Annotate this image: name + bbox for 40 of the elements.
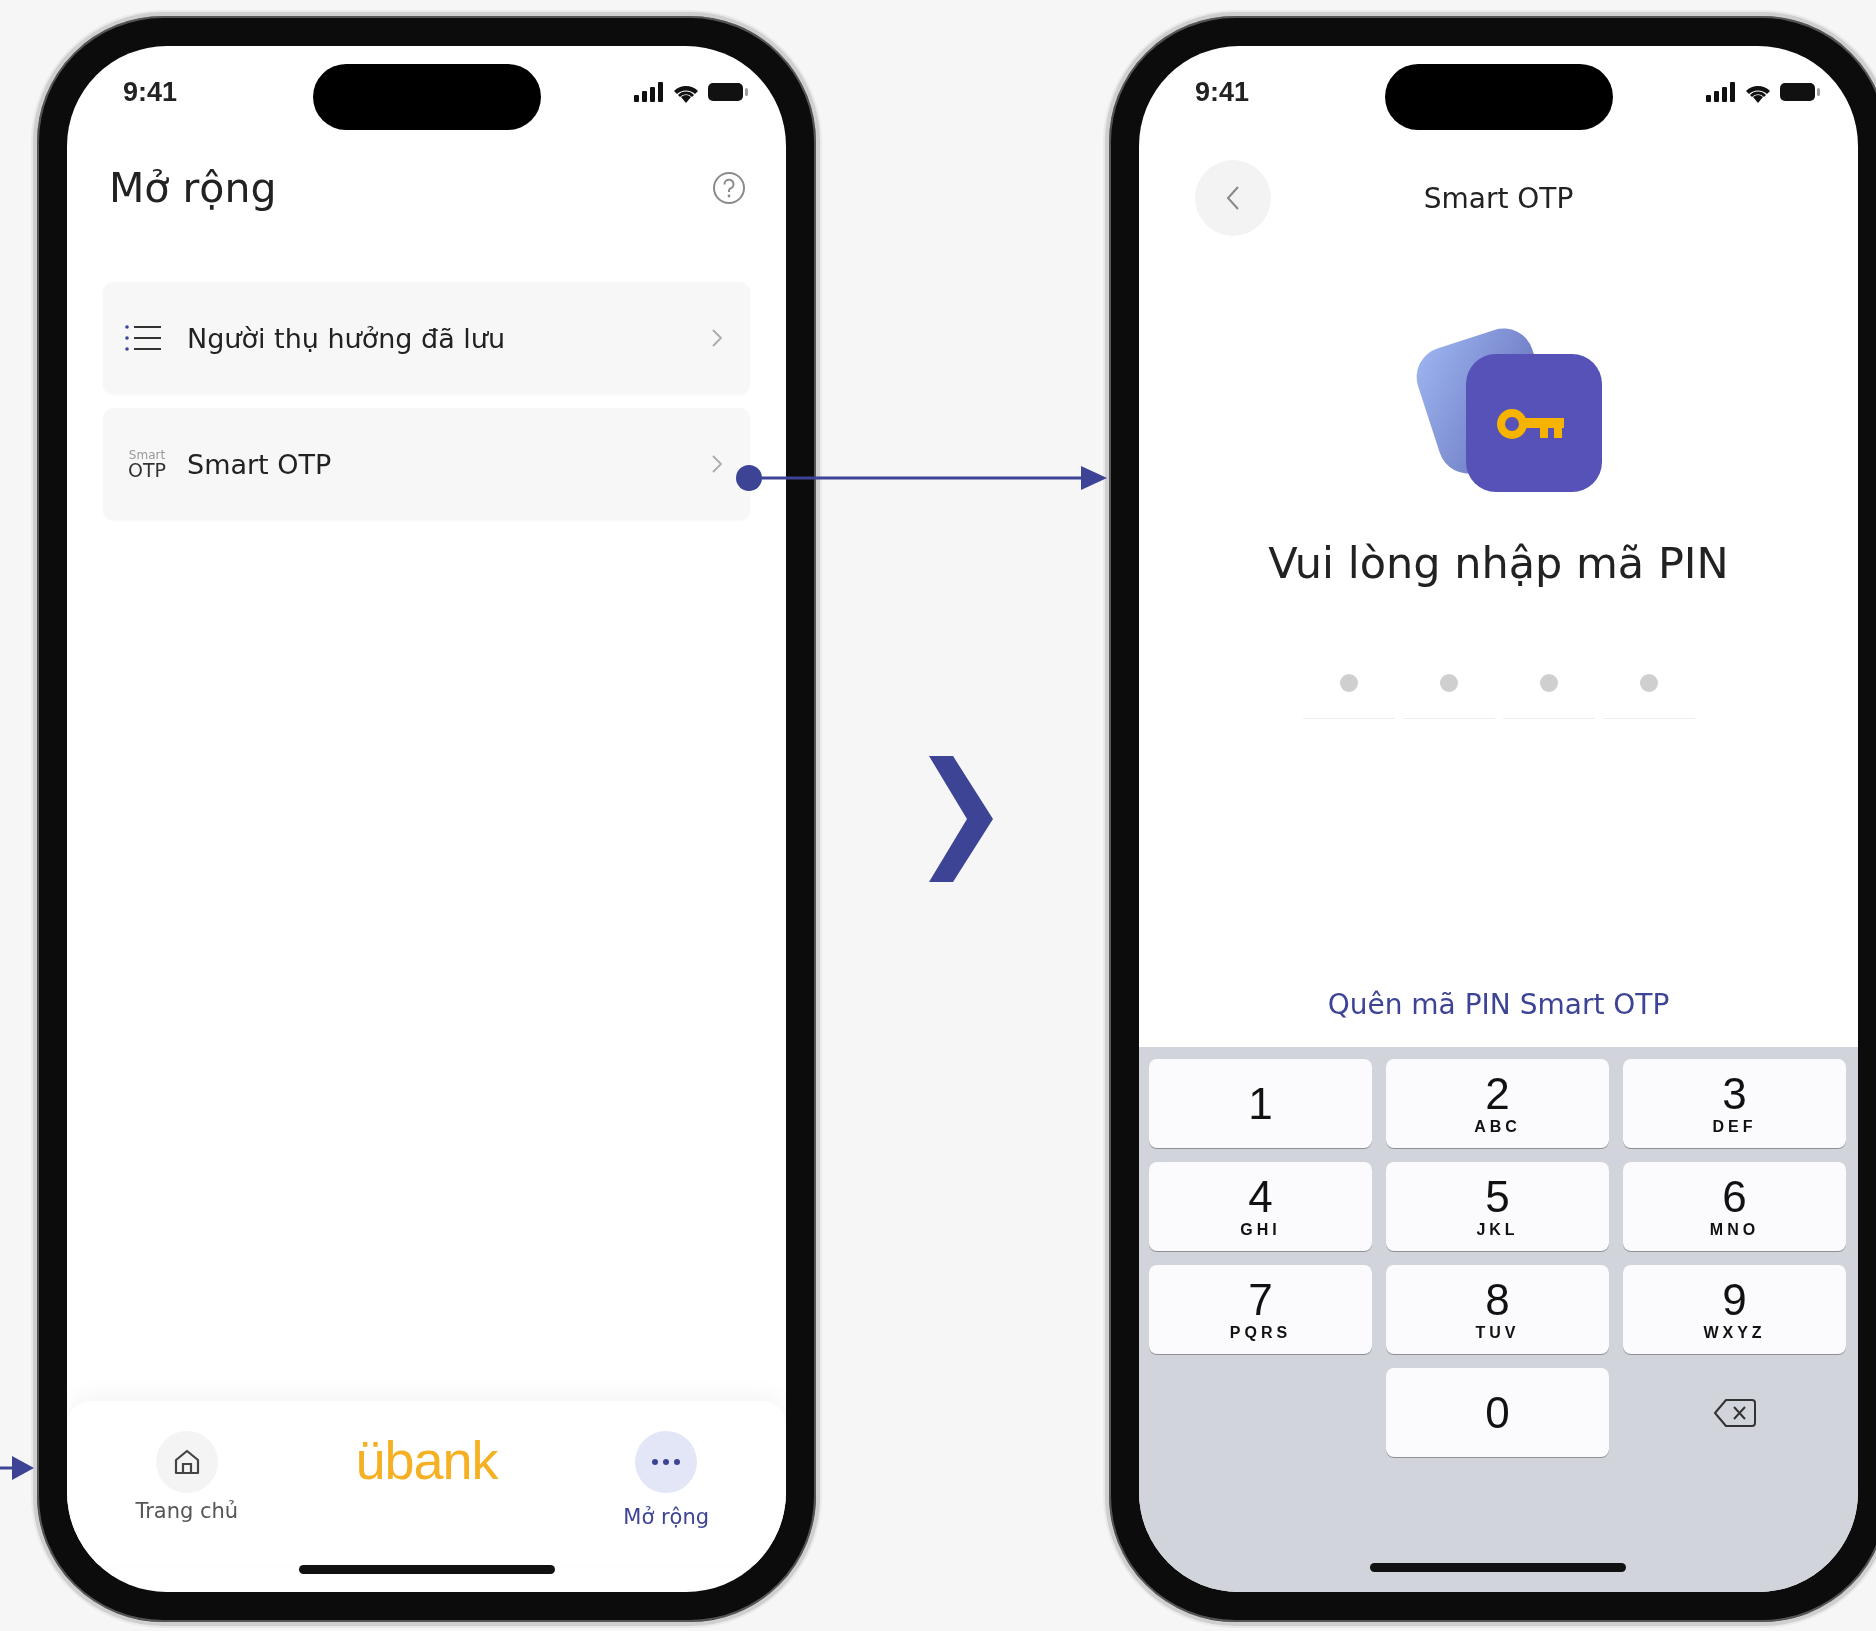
- brand-logo: übank: [355, 1429, 498, 1491]
- status-time: 9:41: [123, 76, 178, 108]
- back-icon: [1226, 185, 1240, 211]
- key[interactable]: 8 TUV: [1386, 1265, 1609, 1354]
- delete-button[interactable]: [1713, 1397, 1756, 1428]
- connector-arrow: [0, 1455, 34, 1481]
- icon-label: Smart: [128, 448, 166, 461]
- battery-icon: [1780, 82, 1820, 102]
- tab[interactable]: Mở rộng: [546, 1425, 786, 1529]
- battery-icon: [708, 82, 748, 102]
- key[interactable]: 9 WXYZ: [1623, 1265, 1846, 1354]
- menu-item[interactable]: Smart OTP Smart OTP: [103, 408, 750, 520]
- forgot-pin-link[interactable]: Quên mã PIN Smart OTP: [1327, 988, 1670, 1021]
- key[interactable]: 3 DEF: [1623, 1059, 1846, 1148]
- key[interactable]: 7 PQRS: [1149, 1265, 1372, 1354]
- signal-icon: [1706, 82, 1736, 102]
- key[interactable]: 6 MNO: [1623, 1162, 1846, 1251]
- key[interactable]: 0: [1386, 1368, 1609, 1457]
- tab[interactable]: Trang chủ: [67, 1425, 307, 1523]
- signal-icon: [634, 82, 664, 102]
- menu-label: Người thụ hưởng đã lưu: [187, 322, 506, 354]
- screen-title: Smart OTP: [1422, 181, 1575, 215]
- icon-label: OTP: [128, 460, 166, 480]
- pin-prompt: Vui lòng nhập mã PIN: [1267, 538, 1730, 588]
- help-icon: [712, 171, 746, 205]
- chevron-arrow-icon: [928, 756, 993, 882]
- chevron-right-icon: [712, 329, 722, 347]
- key[interactable]: 4 GHI: [1149, 1162, 1372, 1251]
- key[interactable]: 5 JKL: [1386, 1162, 1609, 1251]
- key[interactable]: 1: [1149, 1059, 1372, 1148]
- key[interactable]: 2 ABC: [1386, 1059, 1609, 1148]
- page-title: Mở rộng: [109, 164, 277, 212]
- menu-item[interactable]: Người thụ hưởng đã lưu: [103, 282, 750, 394]
- more-icon: [651, 1458, 682, 1466]
- backspace-icon: [1713, 1397, 1756, 1428]
- status-time: 9:41: [1195, 76, 1250, 108]
- menu-label: Smart OTP: [187, 448, 333, 480]
- list-icon: [125, 324, 161, 352]
- chevron-right-icon: [712, 455, 722, 473]
- help-button[interactable]: [712, 171, 746, 205]
